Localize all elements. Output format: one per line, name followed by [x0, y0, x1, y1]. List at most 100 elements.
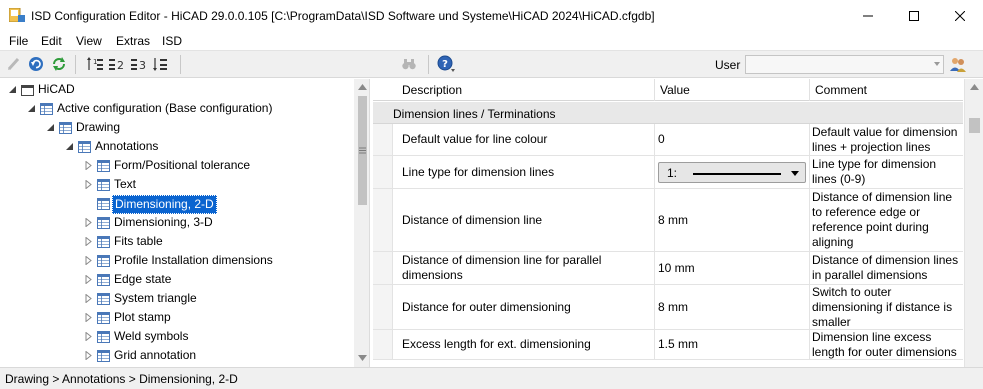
- user-select[interactable]: [745, 55, 944, 74]
- column-header-comment[interactable]: Comment: [815, 83, 867, 97]
- refresh-button[interactable]: [50, 55, 68, 73]
- grid-scrollbar-thumb[interactable]: [969, 118, 980, 133]
- scroll-up-icon: [970, 84, 979, 90]
- expanded-arrow-icon[interactable]: [46, 123, 55, 132]
- tree-item[interactable]: Text: [0, 175, 352, 194]
- grid-row[interactable]: Line type for dimension lines Line type f…: [373, 156, 963, 189]
- collapsed-arrow-icon[interactable]: [84, 351, 93, 360]
- menu-isd[interactable]: ISD: [162, 34, 182, 48]
- tree-item[interactable]: Plot stamp: [0, 308, 352, 327]
- users-button[interactable]: [949, 55, 967, 73]
- value-cell[interactable]: 0: [658, 124, 806, 155]
- comment-text: Default value for dimension lines + proj…: [812, 124, 958, 154]
- toolbar: 1 2 3 ? User: [0, 51, 983, 78]
- description-text: Default value for line colour: [402, 132, 548, 146]
- row-header[interactable]: [373, 156, 393, 188]
- row-header[interactable]: [373, 189, 393, 251]
- close-button[interactable]: [937, 0, 983, 31]
- menu-edit[interactable]: Edit: [41, 34, 62, 48]
- collapsed-arrow-icon[interactable]: [84, 294, 93, 303]
- comment-cell: Default value for dimension lines + proj…: [812, 124, 962, 155]
- undo-icon: [29, 57, 43, 71]
- expanded-arrow-icon[interactable]: [65, 142, 74, 151]
- tree-item[interactable]: Fits table: [0, 232, 352, 251]
- grid-row[interactable]: Distance for outer dimensioning Switch to…: [373, 285, 963, 330]
- cell-separator: [654, 156, 655, 188]
- tree-item[interactable]: Active configuration (Base configuration…: [0, 99, 352, 118]
- table-icon: [78, 141, 91, 153]
- tree-item[interactable]: Annotations: [0, 137, 352, 156]
- menu-view[interactable]: View: [76, 34, 102, 48]
- tree-item[interactable]: Drawing: [0, 118, 352, 137]
- collapsed-arrow-icon[interactable]: [84, 180, 93, 189]
- value-cell[interactable]: 1.5 mm: [658, 330, 806, 359]
- value-cell[interactable]: 8 mm: [658, 285, 806, 329]
- column-header-value[interactable]: Value: [660, 83, 690, 97]
- tree-item[interactable]: System triangle: [0, 289, 352, 308]
- collapsed-arrow-icon[interactable]: [84, 161, 93, 170]
- level-2-button[interactable]: 2: [108, 55, 126, 73]
- column-header-description[interactable]: Description: [402, 83, 462, 97]
- svg-text:?: ?: [442, 59, 448, 70]
- minimize-button[interactable]: [845, 0, 891, 31]
- collapsed-arrow-icon[interactable]: [84, 237, 93, 246]
- help-button[interactable]: ?: [437, 55, 455, 73]
- collapsed-arrow-icon[interactable]: [84, 256, 93, 265]
- comment-text: Distance of dimension line to reference …: [812, 190, 953, 249]
- column-separator[interactable]: [654, 79, 655, 101]
- refresh-icon: [53, 57, 65, 71]
- maximize-button[interactable]: [891, 0, 937, 31]
- menu-extras[interactable]: Extras: [116, 34, 150, 48]
- group-header[interactable]: Dimension lines / Terminations: [373, 102, 963, 124]
- configuration-tree[interactable]: HiCAD Active configuration (Base configur…: [0, 79, 370, 367]
- expanded-arrow-icon[interactable]: [8, 85, 17, 94]
- tree-item[interactable]: Grid annotation: [0, 346, 352, 365]
- expanded-arrow-icon[interactable]: [27, 104, 36, 113]
- row-header[interactable]: [373, 285, 393, 329]
- description-cell: Distance of dimension line for parallel …: [402, 252, 650, 284]
- tree-item-label: Plot stamp: [114, 310, 171, 324]
- sort-tree-button[interactable]: 1: [86, 55, 104, 73]
- collapsed-arrow-icon[interactable]: [84, 332, 93, 341]
- menu-file[interactable]: File: [9, 34, 28, 48]
- value-cell[interactable]: 10 mm: [658, 252, 806, 284]
- row-header[interactable]: [373, 124, 393, 155]
- tree-item[interactable]: HiCAD: [0, 80, 352, 99]
- tree-scrollbar[interactable]: [354, 79, 369, 367]
- grid-row[interactable]: Excess length for ext. dimensioning Dimen…: [373, 330, 963, 360]
- row-header[interactable]: [373, 252, 393, 284]
- level-3-button[interactable]: 3: [130, 55, 148, 73]
- collapsed-arrow-icon[interactable]: [84, 275, 93, 284]
- collapsed-arrow-icon[interactable]: [84, 218, 93, 227]
- close-icon: [955, 10, 965, 21]
- grid-scrollbar[interactable]: [964, 79, 983, 367]
- find-button[interactable]: [400, 55, 418, 73]
- collapsed-arrow-icon[interactable]: [84, 313, 93, 322]
- users-icon: [950, 58, 966, 72]
- expand-levels-button[interactable]: [152, 55, 170, 73]
- tree-item[interactable]: Dimensioning, 2-D: [0, 194, 352, 214]
- description-cell: Excess length for ext. dimensioning: [402, 330, 650, 359]
- value-text: 0: [658, 132, 665, 146]
- tree-item[interactable]: Form/Positional tolerance: [0, 156, 352, 175]
- table-icon: [97, 350, 110, 362]
- column-separator[interactable]: [809, 79, 810, 101]
- undo-button[interactable]: [27, 55, 45, 73]
- chevron-down-icon: [934, 62, 940, 66]
- grid-row[interactable]: Distance of dimension line for parallel …: [373, 252, 963, 285]
- tree-item[interactable]: Weld symbols: [0, 327, 352, 346]
- group-title: Dimension lines / Terminations: [393, 107, 556, 121]
- tree-item[interactable]: Edge state: [0, 270, 352, 289]
- line-type-select[interactable]: 1:: [658, 162, 806, 183]
- cell-separator: [809, 330, 810, 359]
- level-3-icon: 3: [131, 59, 146, 72]
- tree-item[interactable]: Profile Installation dimensions: [0, 251, 352, 270]
- tree-item[interactable]: Dimensioning, 3-D: [0, 213, 352, 232]
- row-header[interactable]: [373, 330, 393, 359]
- value-cell[interactable]: 8 mm: [658, 189, 806, 251]
- grid-row[interactable]: Default value for line colour Default val…: [373, 124, 963, 156]
- grid-row[interactable]: Distance of dimension line Distance of di…: [373, 189, 963, 252]
- comment-text: Line type for dimension lines (0-9): [812, 157, 937, 186]
- edit-button[interactable]: [5, 55, 23, 73]
- sort-tree-icon: 1: [87, 57, 103, 70]
